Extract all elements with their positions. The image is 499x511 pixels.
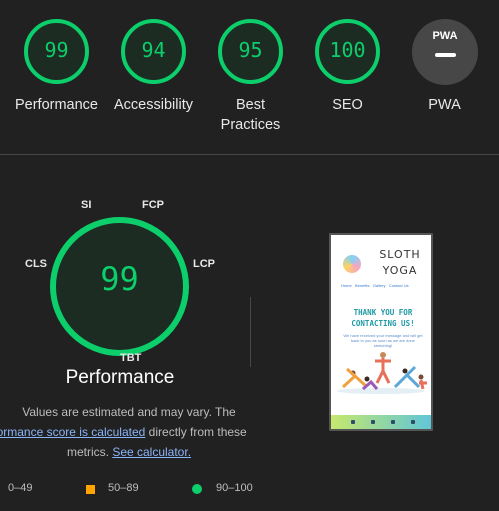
pass-circle-icon xyxy=(192,484,202,494)
vertical-divider xyxy=(250,297,251,367)
legend-average: 50–89 xyxy=(108,482,139,494)
final-screenshot[interactable]: SLOTH YOGA Home Benefits Gallery Contact… xyxy=(329,233,433,431)
pwa-na-dash xyxy=(435,53,456,57)
note-line: Values are estimated and may vary. The xyxy=(22,405,236,419)
nav-item: Benefits xyxy=(355,283,370,288)
metric-lcp: LCP xyxy=(193,258,215,270)
legend-pass: 90–100 xyxy=(216,482,253,494)
note-line: metrics. See calculator. xyxy=(0,442,258,462)
site-title-line: SLOTH xyxy=(379,248,421,261)
site-title: SLOTH YOGA xyxy=(373,247,427,279)
gauge-score: 95 xyxy=(238,38,263,62)
average-square-icon xyxy=(86,485,95,494)
gauge-label: Best Practices xyxy=(195,95,306,135)
category-gauges: 99 Performance 94 Accessibility 95 Best … xyxy=(0,0,499,150)
heading-line: CONTACTING US! xyxy=(351,319,415,328)
gauge-label: Performance xyxy=(14,97,98,113)
note-text: metrics. xyxy=(66,445,113,459)
performance-gauge: 99 SI FCP LCP TBT CLS xyxy=(0,197,240,387)
note-line: rformance score is calculated directly f… xyxy=(0,422,258,442)
gauge-label-line: Practices xyxy=(220,117,281,133)
see-calculator-link[interactable]: See calculator. xyxy=(112,445,191,459)
section-divider xyxy=(0,154,499,155)
metric-tbt: TBT xyxy=(120,352,142,364)
gauge-label-pwa: PWA xyxy=(428,97,461,113)
pwa-badge[interactable]: PWA xyxy=(412,19,478,85)
score-calculation-link[interactable]: rformance score is calculated xyxy=(0,425,145,439)
metric-si: SI xyxy=(81,199,92,211)
yoga-logo-icon xyxy=(343,255,361,273)
metric-fcp: FCP xyxy=(142,199,164,211)
nav-item: Home xyxy=(341,283,352,288)
thank-you-heading: THANK YOU FOR CONTACTING US! xyxy=(337,307,429,329)
note-text: directly from these xyxy=(145,425,247,439)
site-title-line: YOGA xyxy=(382,264,418,277)
gauge-score: 100 xyxy=(329,38,366,62)
gauge-score: 94 xyxy=(141,38,166,62)
thank-you-body: We have received your message and will g… xyxy=(343,333,423,348)
performance-title: Performance xyxy=(65,367,175,388)
site-nav: Home Benefits Gallery Contact Us xyxy=(341,283,409,288)
gauge-label: SEO xyxy=(332,97,363,113)
twitter-icon xyxy=(391,420,395,424)
site-footer xyxy=(331,415,431,429)
estimate-note: Values are estimated and may vary. The r… xyxy=(0,402,258,462)
facebook-icon xyxy=(351,420,355,424)
score-legend: 0–49 50–89 90–100 xyxy=(0,480,499,500)
nav-item: Contact Us xyxy=(388,283,409,288)
legend-fail: 0–49 xyxy=(8,482,33,494)
gauge-label: Accessibility xyxy=(114,97,193,113)
instagram-icon xyxy=(371,420,375,424)
heading-line: THANK YOU FOR xyxy=(353,308,413,317)
performance-score: 99 xyxy=(100,260,139,298)
gauge-label-line: Best xyxy=(235,97,265,113)
pwa-icon: PWA xyxy=(432,30,458,42)
gauge-score: 99 xyxy=(44,38,69,62)
youtube-icon xyxy=(411,420,415,424)
metric-cls: CLS xyxy=(25,258,47,270)
yoga-illustration-icon xyxy=(337,352,427,394)
nav-item: Gallery xyxy=(372,283,386,288)
